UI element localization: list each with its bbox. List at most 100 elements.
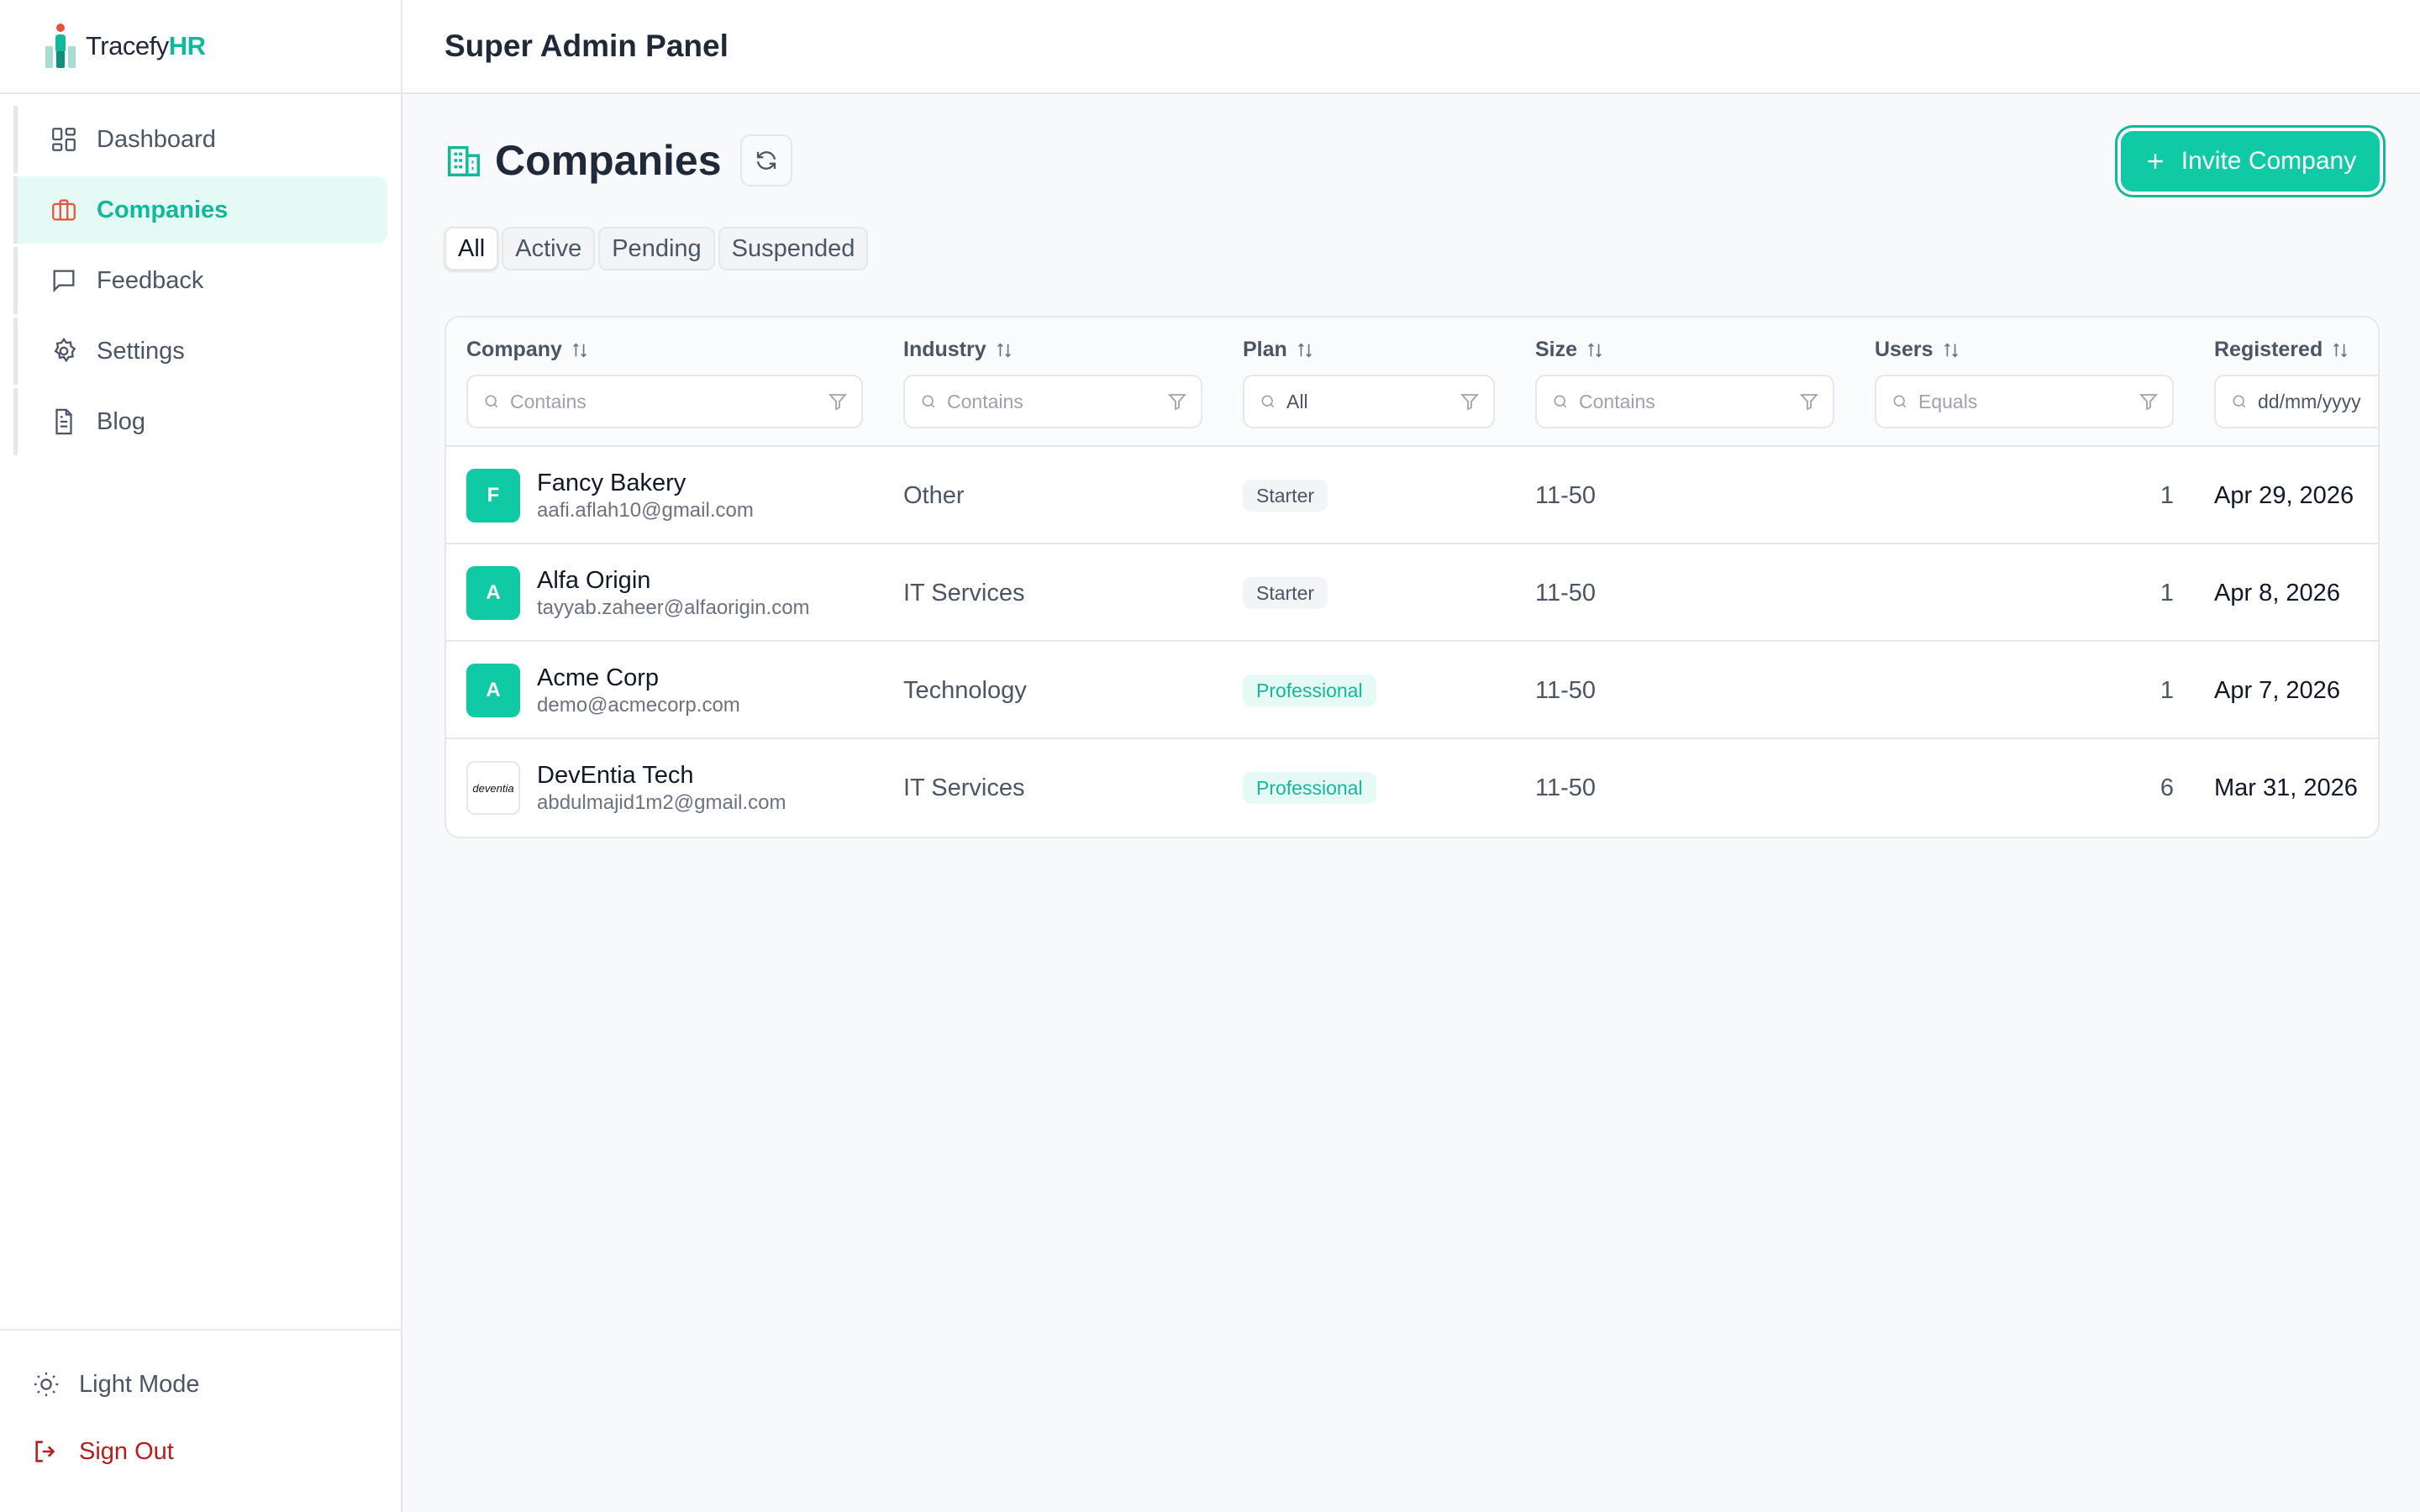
tab-all[interactable]: All: [445, 227, 499, 270]
size-cell: 11-50: [1535, 579, 1597, 606]
company-email: demo@acmecorp.com: [537, 693, 740, 717]
users-cell: 1: [2160, 676, 2174, 704]
search-icon: [1893, 395, 1907, 408]
invite-company-label: Invite Company: [2181, 147, 2357, 175]
plan-badge: Professional: [1243, 772, 1376, 804]
users-filter-input[interactable]: Equals: [1875, 375, 2174, 428]
company-name[interactable]: Acme Corp: [537, 664, 740, 692]
search-icon: [1554, 395, 1567, 408]
theme-toggle-button[interactable]: Light Mode: [0, 1351, 401, 1418]
size-cell: 11-50: [1535, 774, 1597, 801]
sidebar-item-dashboard[interactable]: Dashboard: [13, 106, 387, 173]
filter-icon[interactable]: [1460, 391, 1480, 412]
plan-cell: Professional: [1243, 739, 1376, 837]
sort-icon: [2333, 342, 2348, 358]
sign-out-button[interactable]: Sign Out: [0, 1418, 401, 1485]
sidebar-item-label: Feedback: [97, 266, 204, 294]
sidebar-item-companies[interactable]: Companies: [13, 176, 387, 244]
sidebar: TracefyHR Dashboard Companies Feedback S…: [0, 0, 402, 1512]
sidebar-footer: Light Mode Sign Out: [0, 1329, 401, 1512]
companies-table: Company Contains Industry Contains Plan: [445, 316, 2380, 838]
plan-badge: Professional: [1243, 675, 1376, 706]
users-cell: 1: [2160, 579, 2174, 606]
tab-pending[interactable]: Pending: [598, 227, 715, 270]
sidebar-item-label: Settings: [97, 337, 185, 365]
tracefy-logo-icon: [45, 24, 76, 68]
column-header-registered[interactable]: Registered: [2214, 338, 2349, 362]
plan-badge: Starter: [1243, 577, 1328, 609]
company-name[interactable]: Fancy Bakery: [537, 470, 754, 497]
sort-icon: [997, 342, 1011, 358]
sidebar-item-blog[interactable]: Blog: [13, 388, 387, 455]
industry-cell: IT Services: [903, 774, 1025, 801]
table-header: Company Contains Industry Contains Plan: [446, 318, 2378, 447]
plan-cell: Professional: [1243, 642, 1376, 739]
sidebar-item-label: Blog: [97, 407, 146, 435]
sidebar-item-feedback[interactable]: Feedback: [13, 247, 387, 314]
table-row[interactable]: F Fancy Bakery aafi.aflah10@gmail.com Ot…: [446, 447, 2378, 544]
size-filter-input[interactable]: Contains: [1535, 375, 1834, 428]
brand-logo[interactable]: TracefyHR: [0, 0, 401, 94]
filter-icon[interactable]: [1167, 391, 1187, 412]
users-cell: 6: [2160, 774, 2174, 801]
sort-icon: [572, 342, 587, 358]
registered-cell: Apr 8, 2026: [2214, 579, 2340, 606]
company-avatar: A: [466, 566, 520, 620]
industry-cell: IT Services: [903, 579, 1025, 606]
column-header-size[interactable]: Size: [1535, 338, 1604, 362]
invite-company-button[interactable]: Invite Company: [2121, 131, 2380, 192]
main-content: Companies Invite Company All Active Pend…: [445, 94, 2380, 838]
company-name[interactable]: Alfa Origin: [537, 567, 810, 595]
column-header-users[interactable]: Users: [1875, 338, 1960, 362]
plan-badge: Starter: [1243, 480, 1328, 512]
industry-cell: Technology: [903, 676, 1027, 704]
registered-date-filter[interactable]: dd/mm/yyyy: [2214, 375, 2378, 428]
sign-out-icon: [35, 1441, 55, 1462]
company-filter-input[interactable]: Contains: [466, 375, 863, 428]
size-cell: 11-50: [1535, 481, 1597, 509]
column-header-industry[interactable]: Industry: [903, 338, 1013, 362]
column-header-plan[interactable]: Plan: [1243, 338, 1314, 362]
column-header-company[interactable]: Company: [466, 338, 589, 362]
users-cell: 1: [2160, 481, 2174, 509]
company-avatar: A: [466, 664, 520, 717]
dashboard-icon: [52, 128, 76, 151]
industry-cell: Other: [903, 481, 965, 509]
page-title: Companies: [495, 137, 722, 184]
top-header: Super Admin Panel: [402, 0, 2420, 94]
size-cell: 11-50: [1535, 676, 1597, 704]
company-cell: F Fancy Bakery aafi.aflah10@gmail.com: [466, 447, 754, 544]
search-icon: [1261, 395, 1275, 408]
company-email: tayyab.zaheer@alfaorigin.com: [537, 596, 810, 619]
filter-icon[interactable]: [828, 391, 848, 412]
company-name[interactable]: DevEntia Tech: [537, 762, 786, 790]
tab-active[interactable]: Active: [502, 227, 596, 270]
refresh-button[interactable]: [739, 134, 792, 186]
filter-icon[interactable]: [2139, 391, 2159, 412]
filter-icon[interactable]: [1799, 391, 1819, 412]
plan-filter-select[interactable]: All: [1243, 375, 1495, 428]
company-email: abdulmajid1m2@gmail.com: [537, 790, 786, 814]
tab-suspended[interactable]: Suspended: [718, 227, 869, 270]
company-cell: A Alfa Origin tayyab.zaheer@alfaorigin.c…: [466, 544, 810, 642]
table-row[interactable]: deventia DevEntia Tech abdulmajid1m2@gma…: [446, 739, 2378, 837]
gear-icon: [54, 337, 76, 363]
sort-icon: [1944, 342, 1958, 358]
table-row[interactable]: A Alfa Origin tayyab.zaheer@alfaorigin.c…: [446, 544, 2378, 642]
sidebar-item-settings[interactable]: Settings: [13, 318, 387, 385]
sidebar-item-label: Dashboard: [97, 125, 216, 153]
table-row[interactable]: A Acme Corp demo@acmecorp.com Technology…: [446, 642, 2378, 739]
company-avatar: F: [466, 469, 520, 522]
page-header: Companies Invite Company: [445, 94, 2380, 227]
sign-out-label: Sign Out: [79, 1437, 174, 1465]
message-icon: [53, 270, 75, 293]
company-logo: deventia: [466, 761, 520, 815]
industry-filter-input[interactable]: Contains: [903, 375, 1202, 428]
panel-title: Super Admin Panel: [445, 29, 729, 63]
plus-icon: [2148, 154, 2163, 169]
briefcase-icon: [52, 199, 76, 221]
sidebar-nav: Dashboard Companies Feedback Settings Bl…: [13, 106, 387, 459]
company-cell: A Acme Corp demo@acmecorp.com: [466, 642, 740, 739]
company-email: aafi.aflah10@gmail.com: [537, 498, 754, 522]
registered-cell: Apr 29, 2026: [2214, 481, 2354, 509]
